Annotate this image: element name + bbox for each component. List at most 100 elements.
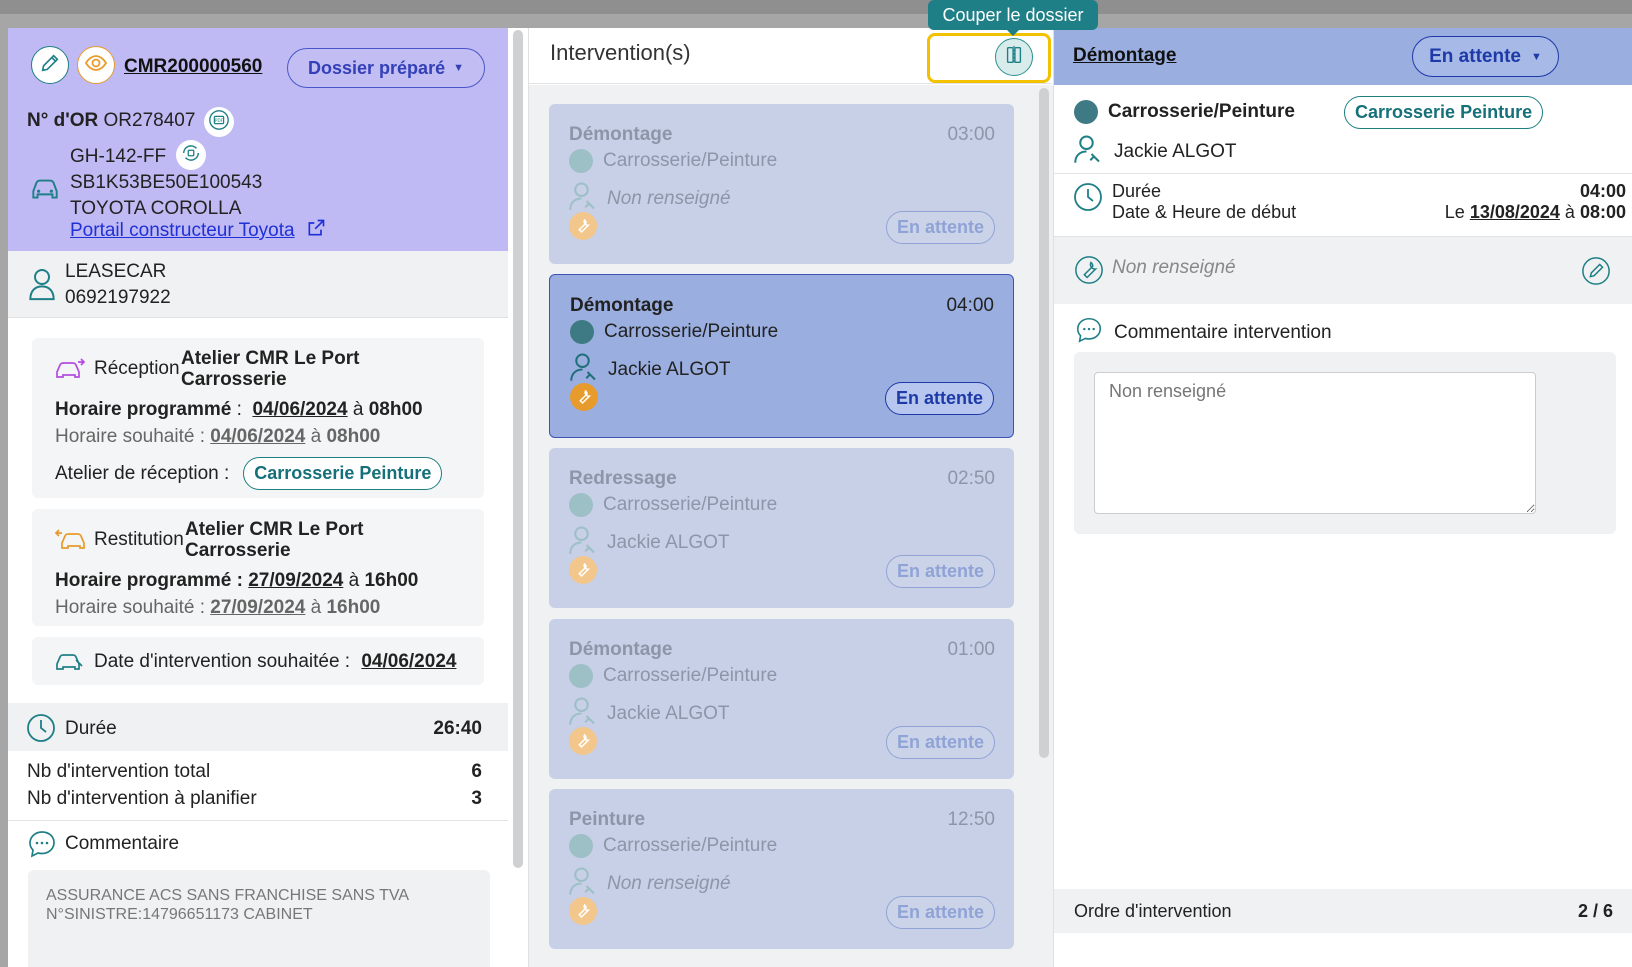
- detail-duration-label: Durée: [1112, 181, 1162, 201]
- total-duration-label: Durée: [65, 718, 117, 739]
- interventions-list: Démontage 03:00 Carrosserie/Peinture Non…: [529, 85, 1053, 967]
- detail-comment-label: Commentaire intervention: [1114, 322, 1332, 343]
- intervention-category: Carrosserie/Peinture: [569, 493, 777, 517]
- intervention-card[interactable]: Démontage 03:00 Carrosserie/Peinture Non…: [549, 104, 1014, 264]
- interventions-title: Intervention(s): [550, 40, 691, 65]
- comment-icon: [1074, 315, 1104, 351]
- or-label: N° d'OR: [27, 110, 99, 131]
- desired-intervention-date[interactable]: 04/06/2024: [361, 651, 456, 672]
- wrench-icon: [569, 556, 597, 584]
- reception-scheduled: Horaire programmé : 04/06/2024 à 08h00: [55, 399, 423, 421]
- intervention-category: Carrosserie/Peinture: [569, 149, 777, 173]
- caret-down-icon: ▼: [1530, 50, 1542, 63]
- restitution-prog-time: 16h00: [364, 570, 419, 591]
- reception-atelier-pill: Carrosserie Peinture: [243, 457, 443, 490]
- intervention-name: Démontage: [570, 295, 674, 316]
- reception-atelier: Atelier CMR Le Port Carrosserie: [181, 348, 359, 390]
- external-link-icon[interactable]: [306, 218, 326, 243]
- restitution-wish-date[interactable]: 27/09/2024: [210, 597, 305, 618]
- intervention-tech: Jackie ALGOT: [569, 525, 730, 561]
- category-dot: [569, 493, 593, 517]
- intervention-tech: Jackie ALGOT: [569, 696, 730, 732]
- vehicle-vin: SB1K53BE50E100543: [70, 172, 263, 193]
- restitution-wish-a: à: [310, 597, 322, 618]
- reception-atelier-row: Atelier de réception : Carrosserie Peint…: [55, 457, 443, 490]
- reception-wish-time: 08h00: [326, 426, 381, 447]
- intervention-card-selected[interactable]: Démontage 04:00 Carrosserie/Peinture Jac…: [549, 274, 1014, 438]
- detail-start-le: Le: [1444, 202, 1465, 222]
- detail-tool-text: Non renseigné: [1112, 257, 1236, 278]
- detail-start-label: Date & Heure de début: [1112, 202, 1297, 222]
- restitution-prog-date[interactable]: 27/09/2024: [248, 570, 343, 591]
- intervention-duration: 04:00: [946, 295, 994, 316]
- intervention-name: Démontage: [569, 124, 673, 145]
- intervention-tech-label: Non renseigné: [607, 873, 731, 894]
- total-duration-row: Durée 26:40: [8, 703, 508, 751]
- intervention-status: En attente: [884, 382, 994, 415]
- edit-tool-button[interactable]: [1581, 256, 1611, 291]
- technician-icon: [1074, 134, 1104, 170]
- detail-start-date[interactable]: 13/08/2024: [1470, 202, 1560, 222]
- intervention-category-label: Carrosserie/Peinture: [603, 150, 778, 171]
- edit-button[interactable]: [31, 46, 69, 84]
- detail-start-value: Le 13/08/2024 à 08:00: [1445, 202, 1626, 223]
- clock-icon: [1072, 181, 1104, 218]
- detail-category-pill: Carrosserie Peinture: [1344, 96, 1544, 129]
- client-section: LEASECAR 0692197922: [8, 251, 508, 318]
- restitution-wish-time: 16h00: [326, 597, 381, 618]
- pdf-button[interactable]: PDF: [204, 107, 234, 137]
- intervention-category-label: Carrosserie/Peinture: [603, 665, 778, 686]
- intervention-order-label: Ordre d'intervention: [1074, 900, 1232, 921]
- intervention-status: En attente: [885, 555, 995, 588]
- intervention-duration: 03:00: [947, 124, 995, 145]
- restitution-atelier-name: Atelier CMR Le Port: [185, 519, 364, 540]
- detail-comment-wrap: [1074, 352, 1616, 534]
- restitution-card: Restitution Atelier CMR Le Port Carrosse…: [32, 509, 484, 626]
- detail-title[interactable]: Démontage: [1073, 45, 1176, 67]
- total-interventions-row: Nb d'intervention total 6: [27, 761, 482, 783]
- detail-header: Démontage En attente ▼: [1054, 28, 1632, 85]
- intervention-tech-label: Jackie ALGOT: [607, 532, 730, 553]
- wrench-circle-icon: [1074, 255, 1104, 290]
- reception-wish-date[interactable]: 04/06/2024: [210, 426, 305, 447]
- detail-tech: Jackie ALGOT: [1074, 134, 1237, 170]
- detail-status-dropdown[interactable]: En attente ▼: [1412, 36, 1559, 77]
- svg-text:PDF: PDF: [215, 117, 224, 122]
- category-dot: [569, 664, 593, 688]
- dossier-id-link[interactable]: CMR200000560: [124, 56, 262, 78]
- reception-card: Réception Atelier CMR Le Port Carrosseri…: [32, 338, 484, 498]
- cut-dossier-button[interactable]: [995, 38, 1033, 76]
- intervention-card[interactable]: Redressage 02:50 Carrosserie/Peinture Ja…: [549, 448, 1014, 608]
- manufacturer-portal-link[interactable]: Portail constructeur Toyota: [70, 221, 295, 240]
- intervention-tech-label: Jackie ALGOT: [608, 359, 731, 380]
- vehicle-sync-button[interactable]: [176, 140, 206, 170]
- or-line: N° d'OR OR278407: [27, 110, 195, 132]
- detail-tech-label: Jackie ALGOT: [1114, 141, 1237, 162]
- view-button[interactable]: [77, 46, 115, 84]
- reception-prog-label: Horaire programmé: [55, 399, 232, 420]
- category-dot: [569, 149, 593, 173]
- reception-prog-a: à: [352, 399, 364, 420]
- wrench-icon: [569, 897, 597, 925]
- middle-scrollbar[interactable]: [1039, 88, 1049, 758]
- reception-atelier-type: Carrosserie: [181, 369, 287, 390]
- intervention-card[interactable]: Peinture 12:50 Carrosserie/Peinture Non …: [549, 789, 1014, 949]
- desired-intervention-card: Date d'intervention souhaitée : 04/06/20…: [32, 637, 484, 685]
- restitution-wish-label: Horaire souhaité :: [55, 597, 205, 618]
- intervention-card[interactable]: Démontage 01:00 Carrosserie/Peinture Jac…: [549, 619, 1014, 779]
- wrench-icon: [569, 727, 597, 755]
- reception-prog-date[interactable]: 04/06/2024: [252, 399, 347, 420]
- intervention-duration: 12:50: [947, 809, 995, 830]
- reception-atelier-label: Atelier de réception :: [55, 462, 230, 484]
- wrench-icon: [570, 383, 598, 411]
- total-interventions-value: 6: [471, 761, 482, 782]
- user-icon: [28, 267, 56, 306]
- intervention-comment-textarea[interactable]: [1094, 372, 1536, 514]
- dossier-status-dropdown[interactable]: Dossier préparé ▼: [287, 48, 485, 88]
- detail-tool-row: Non renseigné: [1054, 237, 1632, 304]
- left-scrollbar[interactable]: [513, 30, 523, 868]
- scissors-icon: [1003, 44, 1025, 71]
- interventions-panel: Intervention(s) Démontage 03:00 Carrosse…: [528, 28, 1053, 967]
- vehicle-model: TOYOTA COROLLA: [70, 198, 242, 219]
- intervention-category: Carrosserie/Peinture: [569, 834, 777, 858]
